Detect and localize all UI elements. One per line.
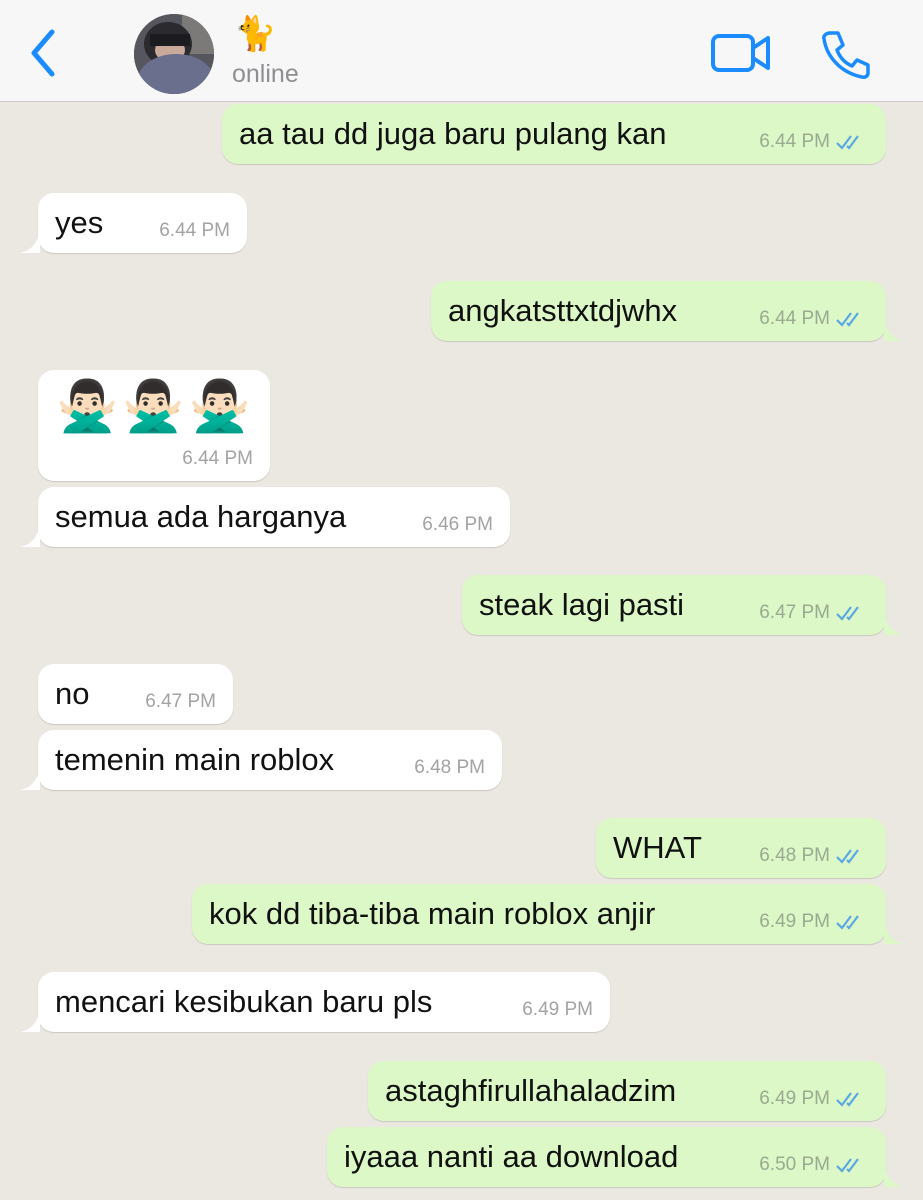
message-text: aa tau dd juga baru pulang kan [239, 116, 667, 151]
message-time: 6.49 PM [522, 999, 593, 1020]
video-camera-icon[interactable] [710, 32, 772, 74]
bubble-tail [20, 1012, 40, 1032]
message-time: 6.46 PM [422, 514, 493, 535]
message-time: 6.47 PM [759, 602, 830, 623]
message-bubble-outgoing[interactable]: kok dd tiba-tiba main roblox anjir 6.49 … [192, 884, 904, 944]
message-text: mencari kesibukan baru pls [55, 984, 433, 1019]
bubble-tail [20, 527, 40, 547]
message-time: 6.48 PM [414, 757, 485, 778]
message-time: 6.44 PM [182, 448, 253, 469]
message-time: 6.50 PM [759, 1154, 830, 1175]
message-text: astaghfirullahaladzim [385, 1073, 677, 1108]
double-check-icon [836, 849, 859, 864]
message-text: yes [55, 205, 104, 240]
message-text: semua ada harganya [55, 499, 347, 534]
bubble-tail [884, 321, 904, 341]
phone-icon[interactable] [820, 28, 872, 80]
double-check-icon [836, 312, 859, 327]
bubble-tail [20, 770, 40, 790]
message-bubble-incoming[interactable]: no 6.47 PM [38, 664, 233, 724]
double-check-icon [836, 1092, 859, 1107]
message-text: temenin main roblox [55, 742, 335, 777]
bubble-tail [884, 615, 904, 635]
message-text: angkatsttxtdjwhx [448, 293, 678, 328]
double-check-icon [836, 915, 859, 930]
message-text: no [55, 676, 90, 711]
avatar-photo-icon [134, 14, 214, 94]
message-time: 6.44 PM [159, 220, 230, 241]
message-bubble-incoming[interactable]: yes 6.44 PM [20, 193, 247, 253]
message-bubble-outgoing[interactable]: astaghfirullahaladzim 6.49 PM [368, 1061, 886, 1121]
bubble-tail [884, 1167, 904, 1187]
message-text: iyaaa nanti aa download [344, 1139, 679, 1174]
message-bubble-outgoing[interactable]: WHAT 6.48 PM [596, 818, 886, 878]
double-check-icon [836, 1158, 859, 1173]
message-emoji: 🙅🏻‍♂️🙅🏻‍♂️🙅🏻‍♂️ [56, 378, 255, 434]
message-bubble-outgoing[interactable]: aa tau dd juga baru pulang kan 6.44 PM [222, 104, 886, 164]
bubble-tail [884, 924, 904, 944]
message-text: steak lagi pasti [479, 587, 685, 622]
message-bubble-outgoing[interactable]: iyaaa nanti aa download 6.50 PM [327, 1127, 904, 1187]
chat-header: 🐈 online [0, 0, 923, 102]
message-bubble-incoming[interactable]: temenin main roblox 6.48 PM [20, 730, 502, 790]
message-time: 6.48 PM [759, 845, 830, 866]
message-bubble-incoming-emoji[interactable]: 🙅🏻‍♂️🙅🏻‍♂️🙅🏻‍♂️ 6.44 PM [38, 370, 270, 481]
bubble-tail [20, 233, 40, 253]
message-bubble-outgoing[interactable]: angkatsttxtdjwhx 6.44 PM [431, 281, 904, 341]
contact-name[interactable]: 🐈 [234, 14, 276, 54]
message-text: WHAT [613, 830, 702, 865]
message-time: 6.44 PM [759, 131, 830, 152]
message-time: 6.47 PM [145, 691, 216, 712]
contact-status: online [232, 60, 299, 88]
double-check-icon [836, 135, 859, 150]
message-time: 6.44 PM [759, 308, 830, 329]
message-bubble-incoming[interactable]: semua ada harganya 6.46 PM [20, 487, 510, 547]
message-time: 6.49 PM [759, 1088, 830, 1109]
avatar[interactable] [134, 14, 214, 94]
message-text: kok dd tiba-tiba main roblox anjir [209, 896, 656, 931]
message-bubble-outgoing[interactable]: steak lagi pasti 6.47 PM [462, 575, 904, 635]
message-bubble-incoming[interactable]: mencari kesibukan baru pls 6.49 PM [20, 972, 610, 1032]
chevron-left-icon[interactable] [28, 28, 58, 78]
message-time: 6.49 PM [759, 911, 830, 932]
double-check-icon [836, 606, 859, 621]
